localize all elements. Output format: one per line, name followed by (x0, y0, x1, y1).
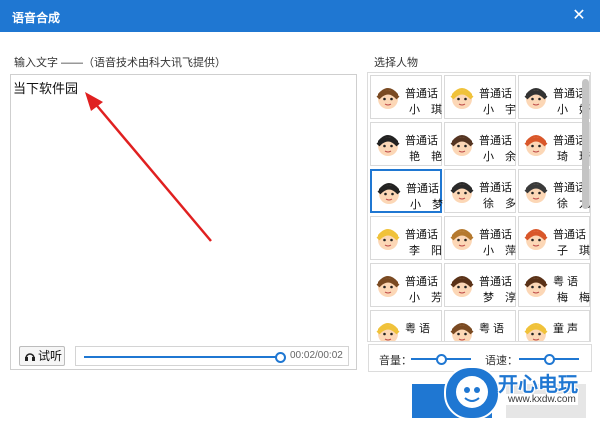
voice-language: 普通话 (479, 229, 512, 241)
progress-knob[interactable] (275, 352, 286, 363)
avatar-girl-long-icon (524, 276, 548, 297)
avatar-man-mustache-icon (450, 182, 474, 203)
listen-label: 试听 (38, 349, 63, 363)
voice-section-label: 选择人物 (374, 57, 418, 69)
avatar-girl-dark-icon (376, 135, 400, 156)
avatar-boy-icon (450, 88, 474, 109)
voice-name: 小 萍 (483, 245, 521, 257)
voice-name: 小 琪 (409, 104, 447, 116)
voice-language: 童 声 (553, 323, 579, 335)
voice-language: 粤 语 (479, 323, 505, 335)
voice-scrollbar[interactable] (582, 76, 589, 338)
headphones-icon (25, 353, 35, 361)
avatar-girl-long-icon (450, 276, 474, 297)
watermark-title: 开心电玩 (498, 374, 578, 396)
window-title: 语音合成 (12, 11, 61, 25)
voice-name: 徐 多 (483, 198, 521, 210)
mascot-icon (456, 376, 488, 408)
voice-item[interactable]: 普通话小 琪 (370, 75, 442, 119)
playback-progress[interactable]: 00:02/00:02 (75, 346, 349, 366)
voice-item[interactable]: 粤 语 (444, 310, 516, 341)
voice-item[interactable]: 普通话琦 琦 (518, 122, 590, 166)
voice-item[interactable]: 粤 语 (370, 310, 442, 341)
voice-language: 普通话 (405, 276, 438, 288)
playback-bar: 试听 00:02/00:02 (11, 343, 356, 369)
voice-language: 粤 语 (553, 276, 579, 288)
avatar-girl-glasses-icon (450, 229, 474, 250)
voice-item[interactable]: 普通话子 琪 (518, 216, 590, 260)
avatar-girl-icon (376, 88, 400, 109)
voice-language: 普通话 (479, 88, 512, 100)
avatar-boy-icon (524, 323, 548, 341)
voice-grid: 普通话小 琪普通话小 宇普通话小 妍普通话艳 艳普通话小 余普通话琦 琦普通话小… (367, 72, 591, 342)
voice-language: 普通话 (479, 182, 512, 194)
title-bar: 语音合成 ✕ (0, 0, 600, 32)
voice-name: 小 芳 (409, 292, 447, 304)
voice-item[interactable]: 普通话小 萍 (444, 216, 516, 260)
voice-item[interactable]: 普通话李 阳 (370, 216, 442, 260)
watermark-badge-icon (444, 366, 500, 420)
voice-item[interactable]: 普通话小 芳 (370, 263, 442, 307)
voice-language: 普通话 (405, 135, 438, 147)
watermark-url: www.kxdw.com (506, 394, 578, 405)
avatar-boy-icon (376, 323, 400, 341)
avatar-man-hat-icon (524, 182, 548, 203)
scrollbar-thumb[interactable] (582, 79, 589, 209)
voice-name: 小 梦 (410, 199, 448, 211)
voice-language: 普通话 (405, 88, 438, 100)
voice-language: 普通话 (479, 135, 512, 147)
voice-language: 粤 语 (405, 323, 431, 335)
avatar-girl-dark-icon (377, 183, 401, 204)
avatar-girl-icon (376, 276, 400, 297)
voice-item[interactable]: 童 声 (518, 310, 590, 341)
voice-item[interactable]: 普通话徐 多 (444, 169, 516, 213)
avatar-girl-icon (450, 323, 474, 341)
voice-name: 艳 艳 (409, 151, 447, 163)
voice-item[interactable]: 普通话小 梦 (370, 169, 443, 213)
annotation-arrow-icon (85, 92, 212, 242)
playback-time: 00:02/00:02 (290, 350, 343, 361)
avatar-girl-red-icon (524, 229, 548, 250)
voice-item[interactable]: 普通话小 妍 (518, 75, 590, 119)
avatar-boy-icon (376, 229, 400, 250)
voice-item[interactable]: 普通话小 余 (444, 122, 516, 166)
voice-item[interactable]: 粤 语梅 梅 (518, 263, 590, 307)
voice-language: 普通话 (406, 183, 439, 195)
avatar-boy-cap-icon (524, 88, 548, 109)
watermark-logo: 开心电玩 www.kxdw.com (440, 364, 600, 426)
progress-track (84, 356, 280, 358)
voice-name: 梦 淳 (483, 292, 521, 304)
input-label: 输入文字 ——（语音技术由科大讯飞提供） (14, 57, 227, 69)
voice-item[interactable]: 普通话小 宇 (444, 75, 516, 119)
voice-name: 李 阳 (409, 245, 447, 257)
voice-name: 小 宇 (483, 104, 521, 116)
voice-language: 普通话 (479, 276, 512, 288)
listen-button[interactable]: 试听 (19, 346, 65, 366)
close-icon[interactable]: ✕ (568, 5, 590, 27)
voice-item[interactable]: 普通话艳 艳 (370, 122, 442, 166)
voice-name: 小 余 (483, 151, 521, 163)
avatar-girl-red-icon (524, 135, 548, 156)
avatar-man-glasses-icon (450, 135, 474, 156)
volume-label: 音量： (379, 355, 412, 367)
voice-item[interactable]: 普通话梦 淳 (444, 263, 516, 307)
voice-item[interactable]: 普通话徐 九 (518, 169, 590, 213)
text-input[interactable]: 当下软件园 试听 00:02/00:02 (10, 74, 357, 370)
voice-language: 普通话 (405, 229, 438, 241)
